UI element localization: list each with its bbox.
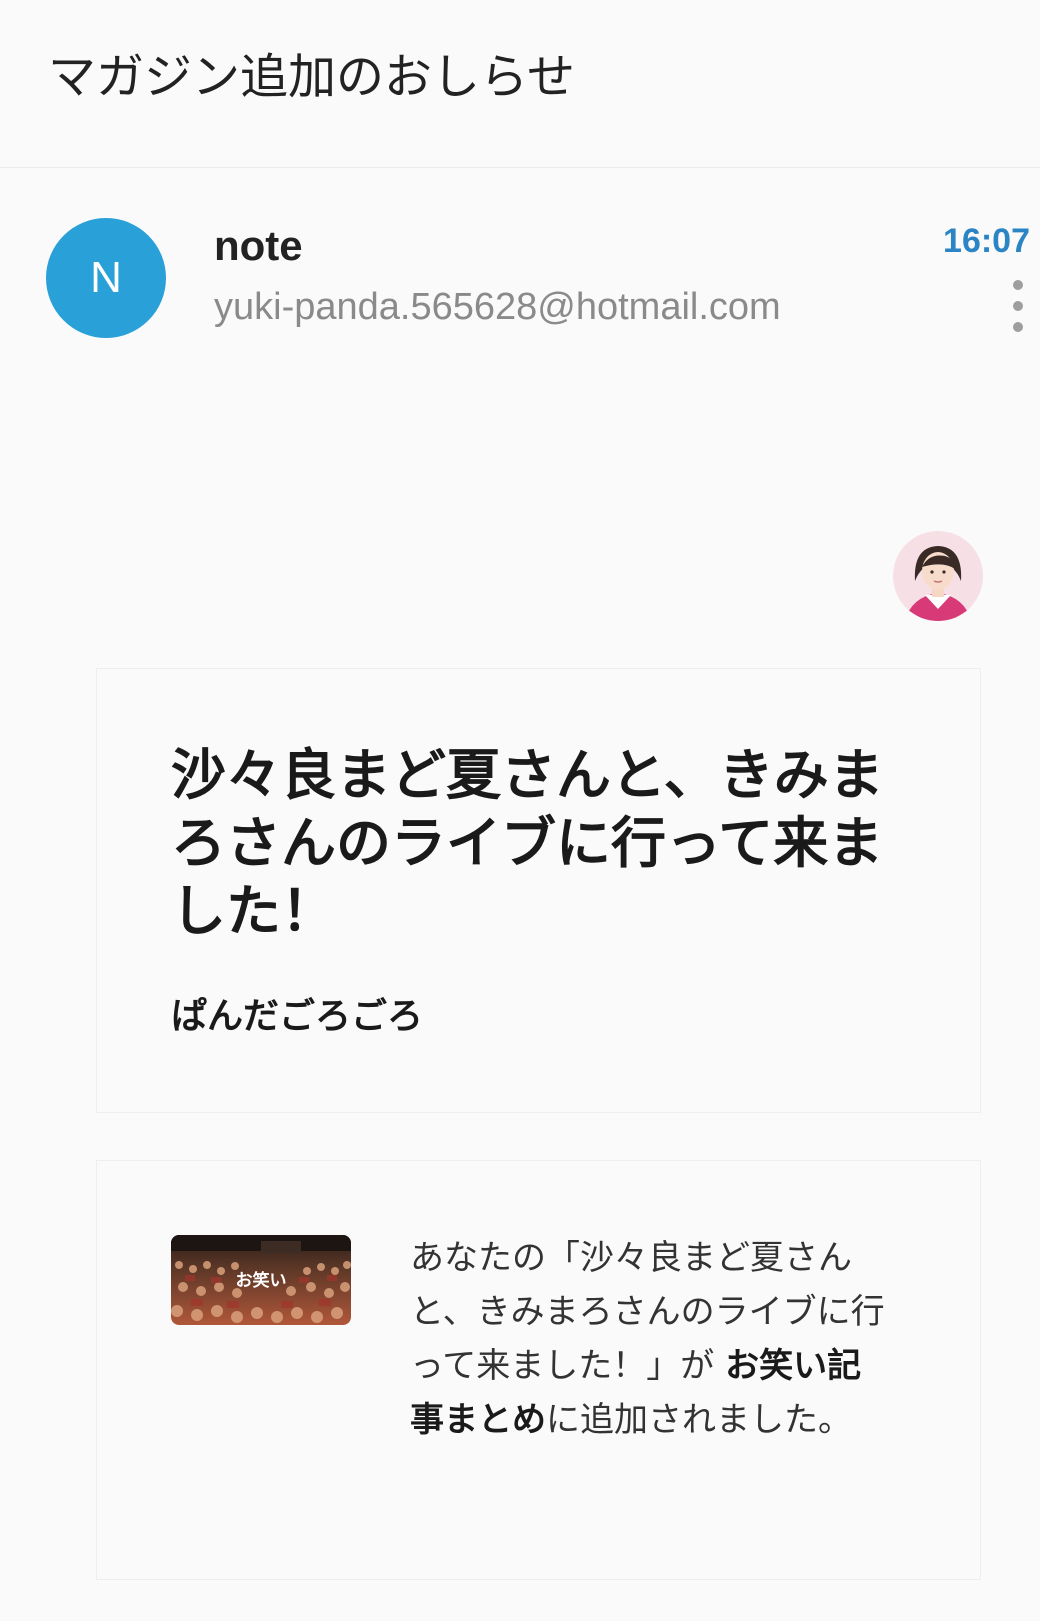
mail-time: 16:07 [943,222,1030,260]
article-card[interactable]: 沙々良まど夏さんと、きみまろさんのライブに行って来ました！ ぱんだごろごろ [96,668,981,1113]
profile-avatar-illustration [893,531,983,621]
sender-row: N note yuki-panda.565628@hotmail.com 16:… [0,168,1040,368]
more-vertical-icon[interactable] [1010,280,1026,332]
notice-text-part2: に追加されました。 [546,1400,852,1440]
mail-subject: マガジン追加のおしらせ [48,49,576,105]
sender-email[interactable]: yuki-panda.565628@hotmail.com [214,286,781,329]
mail-header: マガジン追加のおしらせ [0,0,1040,168]
notice-card: お笑い あなたの「沙々良まど夏さんと、きみまろさんのライブに行って来ました！」が… [96,1160,981,1580]
more-dot [1013,301,1023,311]
more-dot [1013,280,1023,290]
article-author: ぱんだごろごろ [171,996,424,1037]
article-title[interactable]: 沙々良まど夏さんと、きみまろさんのライブに行って来ました！ [171,741,891,945]
profile-avatar-icon[interactable] [893,531,983,621]
notice-text: あなたの「沙々良まど夏さんと、きみまろさんのライブに行って来ました！」が お笑い… [410,1231,890,1447]
sender-name: note [214,222,303,269]
audience-photo: お笑い [171,1235,351,1325]
more-dot [1013,322,1023,332]
thumbnail-label: お笑い [236,1270,287,1291]
magazine-thumbnail[interactable]: お笑い [171,1235,351,1325]
sender-avatar[interactable]: N [46,218,166,338]
